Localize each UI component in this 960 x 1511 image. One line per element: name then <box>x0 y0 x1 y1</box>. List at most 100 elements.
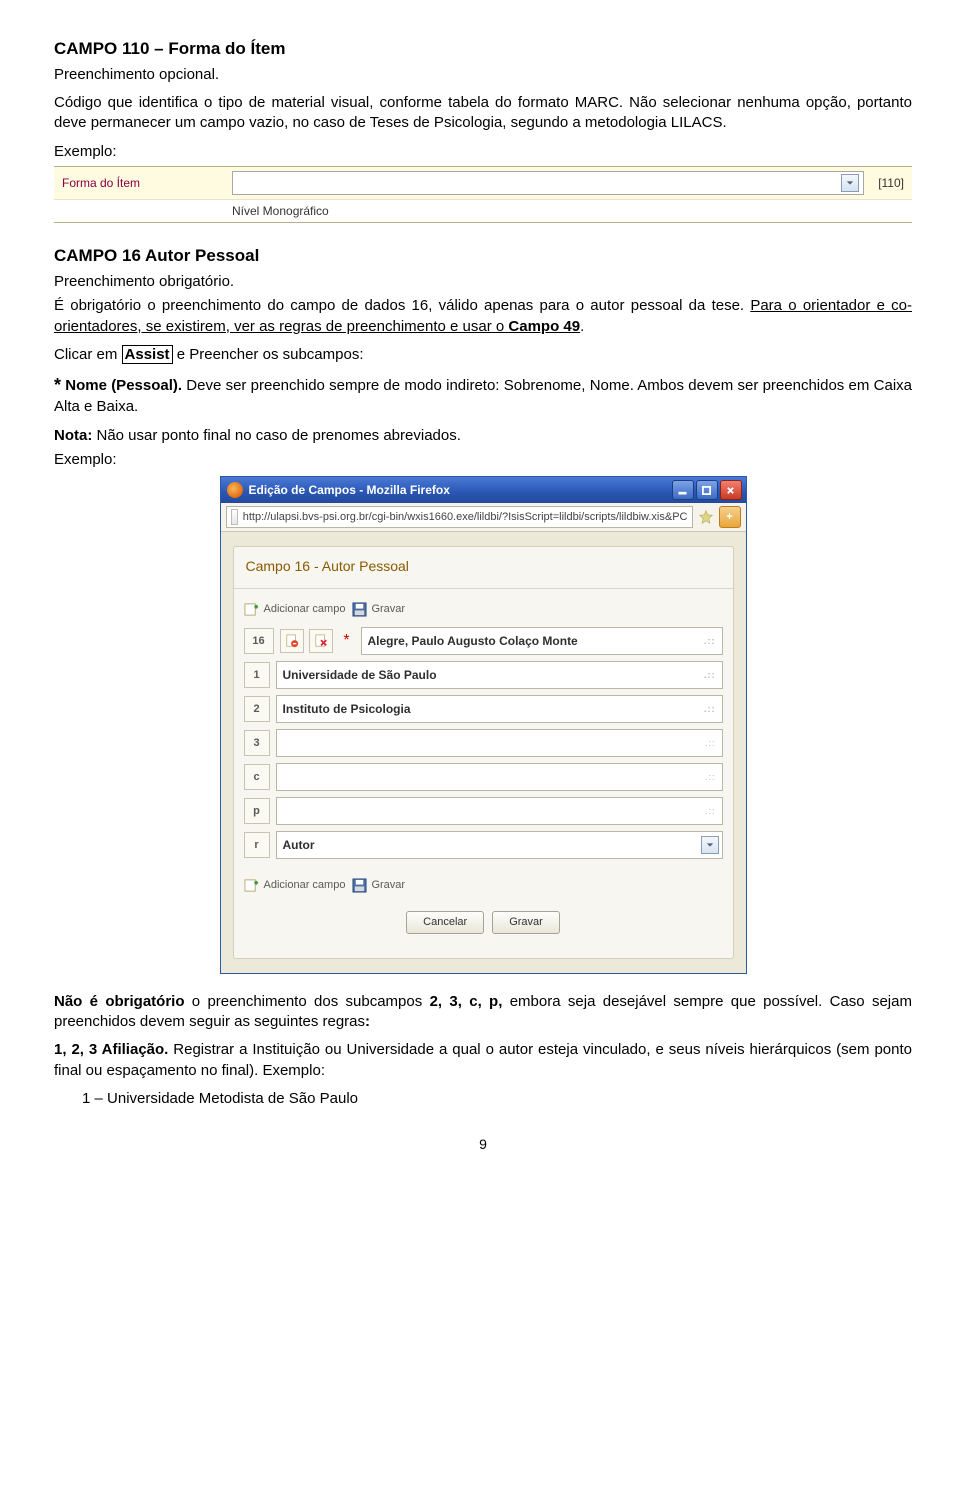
campo16-nota: Nota: Não usar ponto final no caso de pr… <box>54 426 912 446</box>
input-2-value: Instituto de Psicologia <box>283 701 411 717</box>
add-field-icon <box>244 601 260 617</box>
button-row: Cancelar Gravar <box>244 903 723 946</box>
save-link-bottom[interactable]: Gravar <box>351 877 405 893</box>
input-main[interactable]: Alegre, Paulo Augusto Colaço Monte .:: <box>361 627 723 655</box>
page-icon <box>231 509 238 525</box>
save-label-top: Gravar <box>371 602 405 617</box>
resize-grip-icon[interactable]: .:: <box>705 737 716 749</box>
field-id-c: c <box>244 764 270 790</box>
campo110-line2: Código que identifica o tipo de material… <box>54 93 912 134</box>
afil-label: 1, 2, 3 Afiliação. <box>54 1041 168 1058</box>
input-3[interactable]: .:: <box>276 729 723 757</box>
cancel-button[interactable]: Cancelar <box>406 911 484 934</box>
campo110-line1: Preenchimento opcional. <box>54 65 912 85</box>
save-icon <box>351 601 367 617</box>
save-button[interactable]: Gravar <box>492 911 560 934</box>
footer-para1: Não é obrigatório o preenchimento dos su… <box>54 992 912 1033</box>
field-id-3: 3 <box>244 730 270 756</box>
window-title: Edição de Campos - Mozilla Firefox <box>249 482 672 498</box>
action-row-top: Adicionar campo Gravar <box>244 601 723 617</box>
select-r[interactable]: Autor <box>276 831 723 859</box>
window-titlebar[interactable]: Edição de Campos - Mozilla Firefox <box>221 477 746 503</box>
campo16-line1: Preenchimento obrigatório. <box>54 272 912 292</box>
add-field-link[interactable]: Adicionar campo <box>244 601 346 617</box>
campo16-exemplo: Exemplo: <box>54 450 912 470</box>
campo110-exemplo: Exemplo: <box>54 142 912 162</box>
input-p[interactable]: .:: <box>276 797 723 825</box>
campo16-para2d: . <box>580 318 584 335</box>
campo16-nome: * Nome (Pessoal). Deve ser preenchido se… <box>54 373 912 418</box>
add-field-label: Adicionar campo <box>264 602 346 617</box>
form110-sublabel: Nível Monográfico <box>54 199 912 222</box>
resize-grip-icon[interactable]: .:: <box>705 771 716 783</box>
maximize-button[interactable] <box>696 480 718 500</box>
minimize-button[interactable] <box>672 480 694 500</box>
field-id-r: r <box>244 832 270 858</box>
input-main-value: Alegre, Paulo Augusto Colaço Monte <box>368 633 578 649</box>
field-row-p: p .:: <box>244 797 723 825</box>
afil-example: 1 – Universidade Metodista de São Paulo <box>82 1089 912 1109</box>
field-row-c: c .:: <box>244 763 723 791</box>
panel-campo16: Campo 16 - Autor Pessoal Adicionar campo… <box>233 546 734 959</box>
asterisk-icon: * <box>54 375 61 395</box>
nome-rest: Deve ser preenchido sempre de modo indir… <box>54 377 912 415</box>
chevron-down-icon[interactable] <box>841 174 859 192</box>
doc-remove-icon[interactable] <box>280 629 304 653</box>
campo16-para2: É obrigatório o preenchimento do campo d… <box>54 296 912 337</box>
input-1[interactable]: Universidade de São Paulo .:: <box>276 661 723 689</box>
form110-label: Forma do Ítem <box>62 175 232 191</box>
resize-grip-icon[interactable]: .:: <box>704 703 716 715</box>
resize-grip-icon[interactable]: .:: <box>705 805 716 817</box>
panel-title: Campo 16 - Autor Pessoal <box>234 547 733 589</box>
save-icon <box>351 877 367 893</box>
field-id-p: p <box>244 798 270 824</box>
field-id-2: 2 <box>244 696 270 722</box>
input-c[interactable]: .:: <box>276 763 723 791</box>
campo16-para2c: Campo 49 <box>508 318 580 335</box>
assist-box: Assist <box>122 345 173 364</box>
field-row-3: 3 .:: <box>244 729 723 757</box>
nota-label: Nota: <box>54 427 92 444</box>
select-r-value: Autor <box>283 837 315 853</box>
url-text: http://ulapsi.bvs-psi.org.br/cgi-bin/wxi… <box>243 510 688 525</box>
required-asterisk-icon: * <box>339 633 355 649</box>
clicar-post: e Preencher os subcampos: <box>173 346 364 363</box>
resize-grip-icon[interactable]: .:: <box>704 635 716 647</box>
chevron-down-icon[interactable] <box>701 836 719 854</box>
add-field-icon <box>244 877 260 893</box>
form110-code: [110] <box>878 175 904 191</box>
footer-1e: : <box>365 1013 370 1030</box>
campo16-clicar: Clicar em Assist e Preencher os subcampo… <box>54 345 912 365</box>
firefox-window: Edição de Campos - Mozilla Firefox http:… <box>220 476 747 974</box>
add-field-link-bottom[interactable]: Adicionar campo <box>244 877 346 893</box>
field-row-1: 1 Universidade de São Paulo .:: <box>244 661 723 689</box>
footer-1c: 2, 3, c, p, <box>430 993 503 1010</box>
add-field-label-bottom: Adicionar campo <box>264 878 346 893</box>
clicar-pre: Clicar em <box>54 346 122 363</box>
campo110-title: CAMPO 110 – Forma do Ítem <box>54 38 912 61</box>
bookmark-star-icon[interactable] <box>697 508 715 526</box>
field-row-r: r Autor <box>244 831 723 859</box>
nota-rest: Não usar ponto final no caso de prenomes… <box>92 427 461 444</box>
field-id-16: 16 <box>244 628 274 654</box>
resize-grip-icon[interactable]: .:: <box>704 669 716 681</box>
firefox-icon <box>227 482 243 498</box>
footer-1a: Não é obrigatório <box>54 993 184 1010</box>
action-row-bottom: Adicionar campo Gravar <box>244 877 723 893</box>
form110: Forma do Ítem [110] Nível Monográfico <box>54 166 912 223</box>
field-row-2: 2 Instituto de Psicologia .:: <box>244 695 723 723</box>
close-button[interactable] <box>720 480 742 500</box>
afil-rest: Registrar a Instituição ou Universidade … <box>54 1041 912 1078</box>
save-link-top[interactable]: Gravar <box>351 601 405 617</box>
campo16-para2a: É obrigatório o preenchimento do campo d… <box>54 297 750 314</box>
field-row-main: 16 * Alegre, Paulo Augusto Colaço Monte … <box>244 627 723 655</box>
input-1-value: Universidade de São Paulo <box>283 667 437 683</box>
doc-delete-icon[interactable] <box>309 629 333 653</box>
form110-select[interactable] <box>232 171 864 195</box>
url-input[interactable]: http://ulapsi.bvs-psi.org.br/cgi-bin/wxi… <box>226 506 693 528</box>
new-tab-button[interactable]: + <box>719 506 741 528</box>
footer-afil: 1, 2, 3 Afiliação. Registrar a Instituiç… <box>54 1040 912 1081</box>
footer-1b: o preenchimento dos subcampos <box>184 993 429 1010</box>
field-id-1: 1 <box>244 662 270 688</box>
input-2[interactable]: Instituto de Psicologia .:: <box>276 695 723 723</box>
